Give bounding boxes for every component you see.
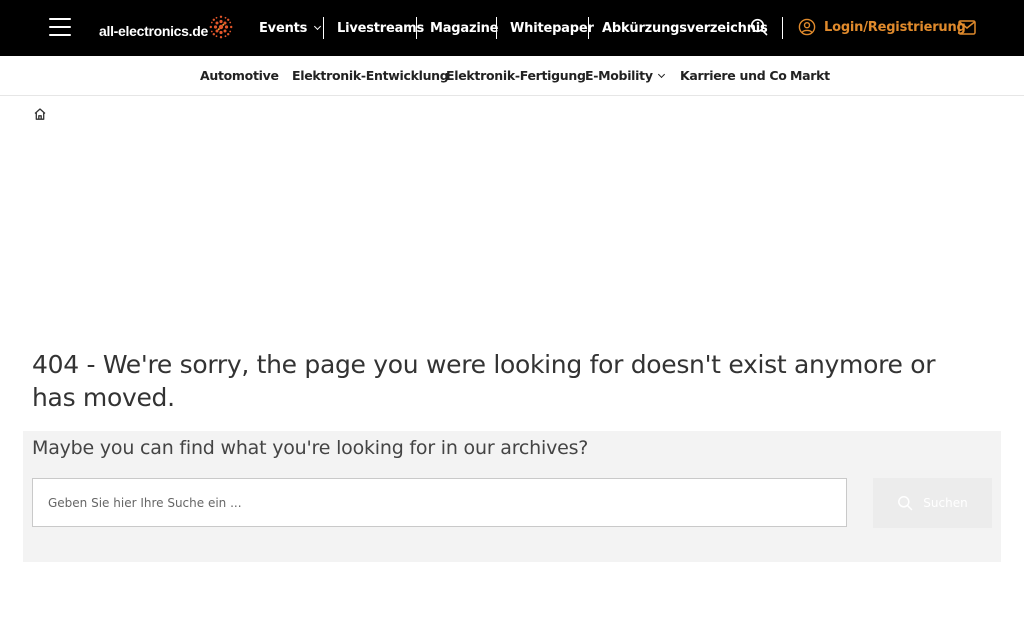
top-bar: all-electronics.de Events Livestreams Ma… bbox=[0, 0, 1024, 56]
nav-divider bbox=[416, 17, 417, 39]
nav-label-whitepaper: Whitepaper bbox=[510, 20, 594, 36]
archive-search-panel: Maybe you can find what you're looking f… bbox=[23, 431, 1001, 562]
menu-icon[interactable] bbox=[49, 18, 71, 36]
user-icon bbox=[798, 18, 816, 36]
subnav-item-automotive[interactable]: Automotive bbox=[200, 68, 279, 83]
search-button[interactable]: Suchen bbox=[873, 478, 992, 528]
subnav-item-e-mobility[interactable]: E-Mobility bbox=[585, 68, 665, 83]
nav-item-abkuerzungsverzeichnis[interactable]: Abkürzungsverzeichnis bbox=[602, 0, 768, 56]
error-heading: 404 - We're sorry, the page you were loo… bbox=[32, 350, 936, 412]
nav-item-livestreams[interactable]: Livestreams bbox=[337, 0, 424, 56]
subnav-item-markt[interactable]: Markt bbox=[790, 68, 830, 83]
category-nav: Automotive Elektronik-Entwicklung Elektr… bbox=[0, 56, 1024, 96]
nav-item-events[interactable]: Events bbox=[259, 0, 322, 56]
nav-divider bbox=[323, 17, 324, 39]
nav-divider bbox=[496, 17, 497, 39]
home-icon[interactable] bbox=[33, 107, 47, 121]
nav-label-abkuerzungsverzeichnis: Abkürzungsverzeichnis bbox=[602, 20, 768, 36]
nav-divider bbox=[588, 17, 589, 39]
login-label: Login/Registrierung bbox=[824, 19, 966, 35]
nav-item-whitepaper[interactable]: Whitepaper bbox=[510, 0, 594, 56]
search-button-label: Suchen bbox=[923, 496, 968, 510]
nav-label-livestreams: Livestreams bbox=[337, 20, 425, 36]
subnav-item-elektronik-fertigung[interactable]: Elektronik-Fertigung bbox=[446, 68, 586, 83]
search-icon[interactable] bbox=[750, 18, 768, 36]
archive-title: Maybe you can find what you're looking f… bbox=[32, 437, 589, 459]
nav-divider bbox=[782, 17, 783, 39]
nav-label-events: Events bbox=[259, 20, 308, 36]
subnav-item-elektronik-entwicklung[interactable]: Elektronik-Entwicklung bbox=[292, 68, 449, 83]
search-icon bbox=[898, 496, 913, 511]
chevron-down-icon bbox=[314, 22, 322, 31]
logo-text: all-electronics.de bbox=[99, 23, 208, 39]
subnav-item-karriere[interactable]: Karriere und Co bbox=[680, 68, 787, 83]
search-input[interactable] bbox=[32, 478, 847, 527]
logo-mark-icon bbox=[209, 15, 233, 39]
chevron-down-icon bbox=[657, 70, 665, 78]
nav-item-magazine[interactable]: Magazine bbox=[430, 0, 498, 56]
subnav-label-e-mobility: E-Mobility bbox=[585, 68, 653, 83]
nav-label-magazine: Magazine bbox=[430, 20, 499, 36]
mail-icon[interactable] bbox=[958, 20, 976, 35]
login-register-link[interactable]: Login/Registrierung bbox=[798, 18, 966, 36]
site-logo[interactable]: all-electronics.de bbox=[99, 14, 233, 42]
